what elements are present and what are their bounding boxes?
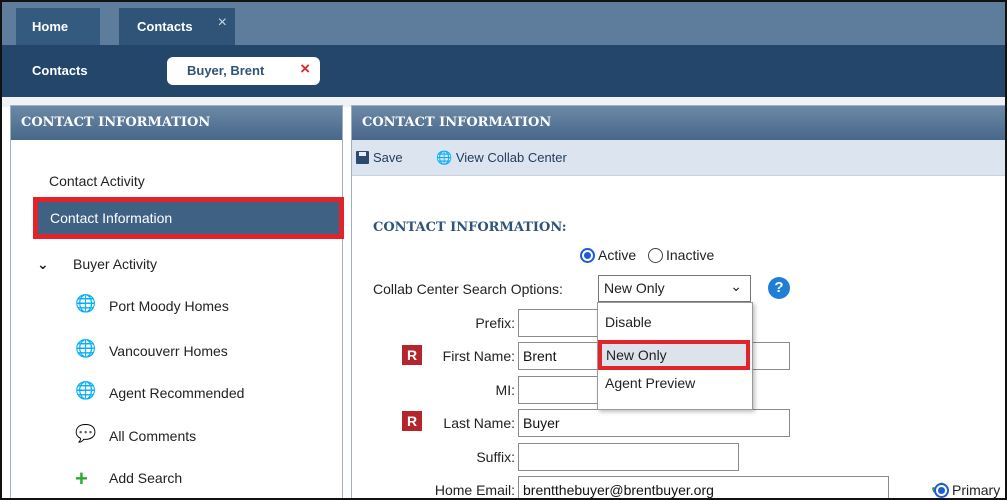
close-icon[interactable]: × [218,4,227,41]
home-email-label: Home Email: [434,482,515,498]
home-email-input[interactable]: brentthebuyer@brentbuyer.org [518,476,889,498]
required-badge: R [402,411,422,431]
collab-search-value: New Only [604,280,665,296]
nav-subitem-vancouverr[interactable]: Vancouverr Homes [109,343,228,359]
chevron-down-icon[interactable]: ⌄ [37,256,49,273]
tab-home[interactable]: Home [16,8,100,45]
required-badge: R [402,345,422,365]
radio-inactive-button[interactable] [648,248,663,263]
view-collab-center-label: View Collab Center [455,150,567,165]
comment-icon: 💬 [75,424,97,443]
close-icon[interactable]: × [300,59,310,79]
globe-icon: 🌐 [75,294,97,313]
last-name-label: Last Name: [443,415,515,431]
suffix-input[interactable] [518,443,739,471]
left-panel-header: CONTACT INFORMATION [11,106,342,140]
radio-active-button[interactable] [580,248,595,263]
mi-input[interactable] [518,376,598,404]
nav-subitem-add-search[interactable]: Add Search [109,470,182,486]
tab-contacts[interactable]: Contacts × [119,8,235,45]
section-title: CONTACT INFORMATION: [373,220,567,235]
radio-primary[interactable]: Primary [934,482,1000,498]
dropdown-option-new-only[interactable]: New Only [598,340,750,370]
record-chip-label: Buyer, Brent [187,63,265,78]
tab-home-label: Home [32,19,69,34]
nav-item-buyer-activity[interactable]: Buyer Activity [73,256,157,272]
radio-inactive-label: Inactive [666,247,715,263]
left-nav-panel: CONTACT INFORMATION Contact Activity Con… [10,105,344,498]
radio-primary-label: Primary [952,482,1001,498]
plus-icon: + [75,466,88,491]
record-chip[interactable]: Buyer, Brent × [167,57,320,85]
nav-subitem-port-moody[interactable]: Port Moody Homes [109,298,229,314]
last-name-input[interactable]: Buyer [518,409,790,437]
view-collab-center-button[interactable]: 🌐 View Collab Center [436,150,567,166]
nav-subitem-agent-recommended[interactable]: Agent Recommended [109,385,244,401]
collab-search-dropdown: Disable New Only Agent Preview [597,302,753,410]
nav-subitem-all-comments[interactable]: All Comments [109,428,196,444]
globe-icon: 🌐 [75,339,97,358]
collab-search-label: Collab Center Search Options: [373,281,563,297]
contact-form-panel: CONTACT INFORMATION Save 🌐 View Collab C… [351,105,1005,498]
contacts-link[interactable]: Contacts [32,63,88,78]
collab-search-select[interactable]: New Only ⌄ [598,275,751,302]
record-bar: Contacts Buyer, Brent × [2,45,1005,97]
save-icon [356,151,369,164]
globe-icon: 🌐 [436,150,453,165]
radio-primary-button[interactable] [934,483,949,498]
suffix-label: Suffix: [476,449,515,465]
top-tab-bar: Home Contacts × [2,2,1005,45]
nav-item-contact-information[interactable]: Contact Information [33,197,344,239]
dropdown-option-agent-preview[interactable]: Agent Preview [605,375,695,391]
radio-active-label: Active [598,247,637,263]
first-name-label: First Name: [442,348,515,364]
dropdown-option-disable[interactable]: Disable [605,314,652,330]
right-panel-header: CONTACT INFORMATION [352,106,1005,140]
app-window: Home Contacts × Contacts Buyer, Brent × … [0,0,1007,500]
radio-inactive[interactable]: Inactive [648,247,714,263]
globe-icon: 🌐 [75,381,97,400]
mi-label: MI: [495,382,515,398]
chevron-down-icon: ⌄ [730,278,742,294]
prefix-label: Prefix: [475,315,515,331]
tab-contacts-label: Contacts [137,19,193,34]
nav-item-contact-activity[interactable]: Contact Activity [49,173,145,189]
radio-active[interactable]: Active [580,247,636,263]
form-toolbar: Save 🌐 View Collab Center [352,140,1005,176]
save-button-label: Save [373,150,403,165]
prefix-input[interactable] [518,309,598,337]
help-icon[interactable]: ? [768,277,790,299]
save-button[interactable]: Save [356,150,403,165]
